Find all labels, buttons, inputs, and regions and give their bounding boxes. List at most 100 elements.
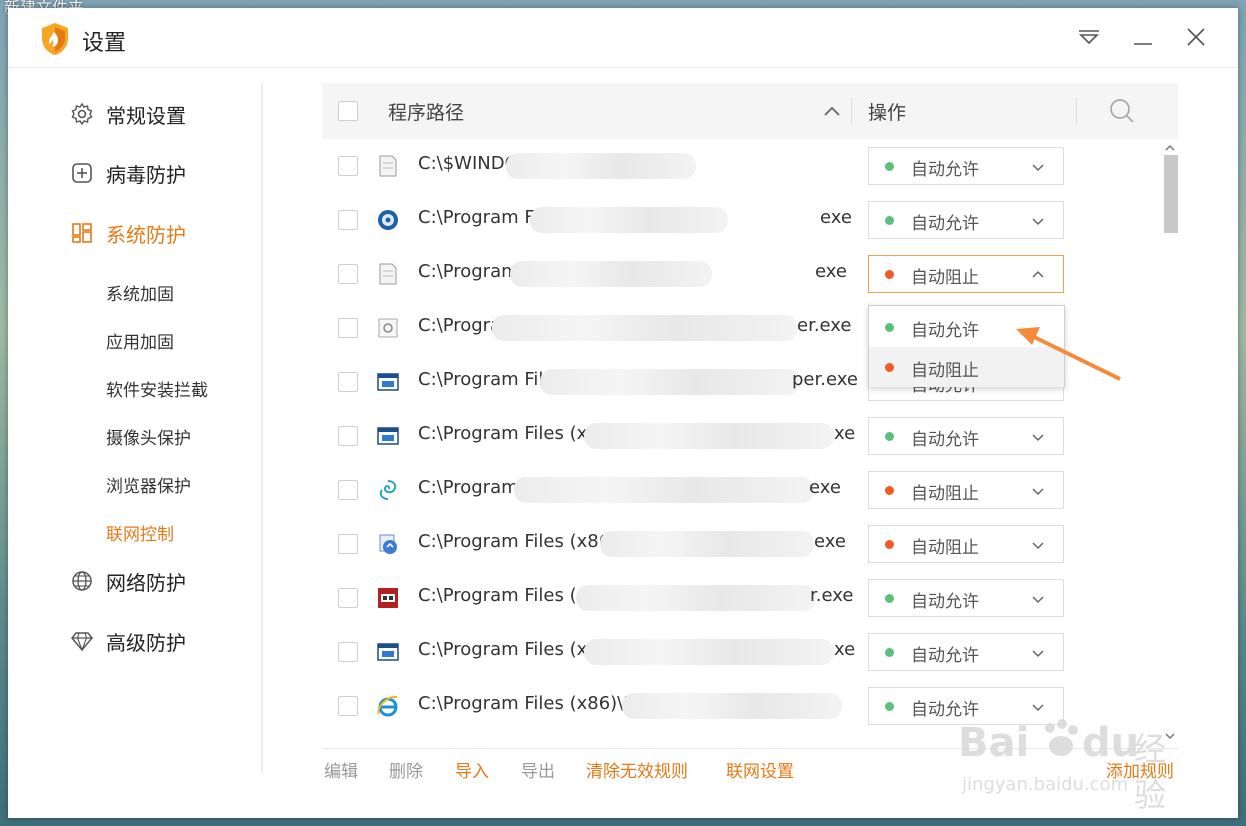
sidebar-item-label: 常规设置 — [106, 103, 186, 128]
operation-select[interactable]: 自动允许 — [868, 147, 1064, 185]
gear-icon — [71, 102, 93, 126]
sort-chevron-up-icon[interactable] — [822, 101, 842, 121]
redacted-path-segment — [492, 315, 798, 341]
operation-select[interactable]: 自动允许 — [868, 633, 1064, 671]
disc-app-icon — [378, 210, 398, 230]
operation-label: 自动允许 — [911, 430, 979, 450]
subitem-camera-protection[interactable]: 摄像头保护 — [106, 425, 191, 453]
minimize-icon — [1134, 43, 1152, 45]
subitem-app-hardening[interactable]: 应用加固 — [106, 329, 174, 357]
operation-select[interactable]: 自动阻止 — [868, 525, 1064, 563]
redacted-path-segment — [584, 423, 834, 449]
row-checkbox[interactable] — [338, 696, 358, 716]
generic-file-icon — [379, 263, 397, 285]
header-separator — [1076, 97, 1077, 125]
chevron-down-icon — [1032, 164, 1044, 172]
sidebar-item-system-protection[interactable]: 系统防护 — [70, 215, 186, 251]
baidu-watermark: Bai du 经验 jingyan.baidu.com — [958, 708, 1188, 814]
search-icon[interactable] — [1108, 97, 1136, 125]
header-separator — [851, 97, 852, 125]
column-header-operation: 操作 — [868, 102, 907, 124]
program-path-suffix: exe — [814, 531, 846, 552]
operation-select[interactable]: 自动允许 — [868, 579, 1064, 617]
row-checkbox[interactable] — [338, 264, 358, 284]
titlebar: 设置 — [8, 8, 1238, 68]
chevron-down-icon — [1032, 218, 1044, 226]
sidebar-item-label: 病毒防护 — [106, 162, 186, 187]
triangle-down-icon — [1079, 30, 1099, 45]
scroll-up-arrow-icon[interactable] — [1165, 143, 1175, 153]
grid-icon — [72, 223, 92, 243]
operation-label: 自动允许 — [911, 160, 979, 180]
ie-icon — [377, 695, 398, 717]
status-dot-allow — [885, 432, 894, 441]
status-dot-block — [885, 486, 894, 495]
sidebar-item-label: 系统防护 — [106, 222, 186, 247]
subitem-browser-protection[interactable]: 浏览器保护 — [106, 473, 191, 501]
table-row[interactable]: C:\Program Files (x86)\A exe 自动允许 — [322, 193, 1178, 247]
dropdown-option-label: 自动阻止 — [911, 361, 979, 381]
network-settings-button[interactable]: 联网设置 — [726, 757, 794, 782]
sidebar-item-virus-protection[interactable]: 病毒防护 — [70, 155, 186, 191]
window-title: 设置 — [82, 31, 127, 56]
redacted-path-segment — [506, 153, 696, 179]
scroll-thumb[interactable] — [1164, 155, 1178, 233]
import-button[interactable]: 导入 — [455, 757, 489, 782]
generic-file-icon — [379, 155, 397, 177]
table-row[interactable]: C:\Program Files (x86)\exe自动阻止 — [322, 463, 1178, 517]
row-checkbox[interactable] — [338, 534, 358, 554]
row-checkbox[interactable] — [338, 588, 358, 608]
chevron-down-icon — [1032, 488, 1044, 496]
delete-button[interactable]: 删除 — [389, 757, 423, 782]
scrollbar[interactable] — [1162, 143, 1178, 743]
row-checkbox[interactable] — [338, 318, 358, 338]
status-dot-allow — [885, 594, 894, 603]
update-app-icon — [379, 534, 397, 554]
subitem-network-control[interactable]: 联网控制 — [106, 521, 174, 549]
minimize-button[interactable] — [1128, 22, 1158, 52]
operation-select[interactable]: 自动允许 — [868, 201, 1064, 239]
operation-select[interactable]: 自动阻止 — [868, 255, 1064, 293]
table-row[interactable]: C:\Program Files (x86)\Commo xe 自动允许 — [322, 409, 1178, 463]
operation-select[interactable]: 自动阻止 — [868, 471, 1064, 509]
table-row[interactable]: C:\Program Files (x86)exe自动阻止 — [322, 247, 1178, 301]
clear-invalid-rules-button[interactable]: 清除无效规则 — [586, 757, 688, 782]
sidebar: 常规设置 病毒防护 系统防护 系统加固 应用加固 软件安装拦截 摄像头保护 浏览… — [8, 69, 262, 774]
menu-dropdown-button[interactable] — [1074, 22, 1104, 52]
sidebar-item-network-protection[interactable]: 网络防护 — [70, 563, 186, 599]
subitem-system-hardening[interactable]: 系统加固 — [106, 281, 174, 309]
paw-icon — [1045, 719, 1078, 756]
row-checkbox[interactable] — [338, 372, 358, 392]
row-checkbox[interactable] — [338, 480, 358, 500]
subitem-install-block[interactable]: 软件安装拦截 — [106, 377, 208, 405]
watermark-brand-2: du — [1082, 720, 1140, 766]
operation-label: 自动允许 — [911, 214, 979, 234]
operation-label: 自动允许 — [911, 646, 979, 666]
row-checkbox[interactable] — [338, 426, 358, 446]
program-path-suffix: r.exe — [810, 585, 854, 606]
row-checkbox[interactable] — [338, 210, 358, 230]
select-all-checkbox[interactable] — [338, 101, 358, 121]
row-checkbox[interactable] — [338, 642, 358, 662]
export-button[interactable]: 导出 — [521, 757, 555, 782]
status-dot-allow — [885, 323, 894, 332]
close-button[interactable] — [1181, 22, 1211, 52]
table-row[interactable]: C:\Program Files (x86)\...\MiniT xe 自动允许 — [322, 625, 1178, 679]
sidebar-item-advanced-protection[interactable]: 高级防护 — [70, 623, 186, 659]
operation-label: 自动阻止 — [911, 268, 979, 288]
redacted-path-segment — [622, 693, 842, 719]
sidebar-item-general[interactable]: 常规设置 — [70, 96, 186, 132]
window-app-icon — [377, 373, 399, 391]
operation-label: 自动允许 — [911, 592, 979, 612]
table-row[interactable]: C:\$WINDOWS.~BT\S自动允许 — [322, 139, 1178, 193]
table-row[interactable]: C:\Program Files (x86)\Hardl r.exe 自动允许 — [322, 571, 1178, 625]
row-checkbox[interactable] — [338, 156, 358, 176]
program-path-suffix: er.exe — [797, 315, 852, 336]
shield-flame-logo-icon — [42, 23, 68, 55]
watermark-brand: Bai — [958, 720, 1030, 766]
edit-button[interactable]: 编辑 — [324, 757, 358, 782]
operation-select[interactable]: 自动允许 — [868, 417, 1064, 455]
sidebar-item-label: 高级防护 — [106, 630, 186, 655]
table-row[interactable]: C:\Program Files (x86)\Googl...\G exe 自动阻止 — [322, 517, 1178, 571]
window-app-icon — [377, 427, 399, 445]
